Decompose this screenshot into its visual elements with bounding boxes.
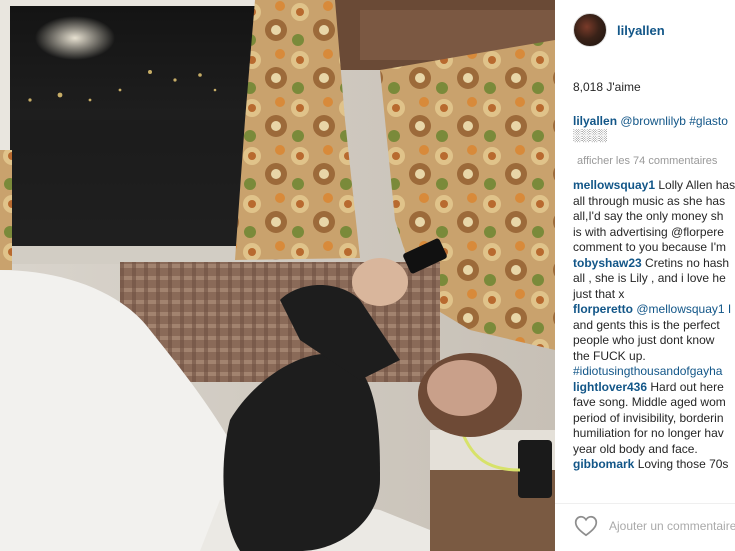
comment-text: year old body and face. bbox=[573, 441, 698, 456]
comment-hashtag[interactable]: #idiotusingthousandofgayha bbox=[573, 364, 735, 380]
comment-text: Hard out here bbox=[650, 379, 724, 394]
comment-text: and gents this is the perfect bbox=[573, 317, 720, 332]
post-photo[interactable] bbox=[0, 0, 555, 551]
caption-line-1: lilyallen @brownlilyb #glasto bbox=[573, 114, 728, 128]
caption-author[interactable]: lilyallen bbox=[573, 114, 617, 128]
comment-text: period of invisibility, borderin bbox=[573, 410, 724, 425]
view-all-comments-link[interactable]: afficher les 74 commentaires bbox=[577, 155, 717, 167]
post-footer: Ajouter un commentaire... bbox=[573, 513, 735, 539]
add-comment-input[interactable]: Ajouter un commentaire... bbox=[609, 519, 735, 533]
comment-text: @mellowsquay1 I bbox=[636, 302, 732, 316]
comment-item: lightlover436 Hard out here fave song. M… bbox=[573, 380, 735, 458]
comment-text: fave song. Middle aged wom bbox=[573, 395, 726, 409]
post-caption: lilyallen @brownlilyb #glasto ░░░░ bbox=[573, 114, 728, 142]
post-header: lilyallen bbox=[573, 12, 665, 48]
comment-text: Lolly Allen has bbox=[658, 178, 735, 192]
comment-text: Cretins no hash bbox=[645, 255, 730, 270]
comment-author[interactable]: tobyshaw23 bbox=[573, 256, 642, 270]
comment-item: gibbomark Loving those 70s bbox=[573, 457, 735, 473]
comment-item: florperetto @mellowsquay1 I and gents th… bbox=[573, 302, 735, 380]
photo-illustration bbox=[0, 0, 555, 551]
heart-outline-icon[interactable] bbox=[573, 513, 599, 539]
comment-author[interactable]: gibbomark bbox=[573, 457, 634, 471]
comment-text: all,I'd say the only money sh bbox=[573, 209, 724, 223]
avatar[interactable] bbox=[573, 13, 607, 47]
comment-text: the FUCK up. bbox=[573, 348, 646, 363]
post-side-panel: lilyallen 8,018 J'aime lilyallen @brownl… bbox=[555, 0, 735, 551]
comment-text: all , she is Lily , and i love he bbox=[573, 271, 726, 285]
comment-text: people who just dont know bbox=[573, 333, 715, 347]
comment-text: just that x bbox=[573, 286, 625, 301]
comment-author[interactable]: florperetto bbox=[573, 302, 633, 316]
post-author-username[interactable]: lilyallen bbox=[617, 23, 665, 38]
likes-count[interactable]: 8,018 J'aime bbox=[573, 80, 641, 94]
comment-item: mellowsquay1 Lolly Allen has all through… bbox=[573, 178, 735, 256]
comment-item: tobyshaw23 Cretins no hash all , she is … bbox=[573, 256, 735, 303]
caption-line-2: ░░░░ bbox=[573, 128, 608, 142]
comment-text: Loving those 70s bbox=[637, 457, 729, 471]
footer-divider bbox=[555, 503, 735, 504]
comments-list: mellowsquay1 Lolly Allen has all through… bbox=[573, 178, 735, 473]
comment-text: all through music as she has bbox=[573, 193, 726, 208]
comment-text: humiliation for no longer hav bbox=[573, 426, 724, 440]
comment-author[interactable]: mellowsquay1 bbox=[573, 178, 655, 192]
comment-author[interactable]: lightlover436 bbox=[573, 380, 647, 394]
comment-text: is with advertising @florpere bbox=[573, 224, 724, 239]
caption-text[interactable]: @brownlilyb #glasto bbox=[620, 114, 728, 128]
comment-text: comment to you because I'm bbox=[573, 240, 727, 254]
